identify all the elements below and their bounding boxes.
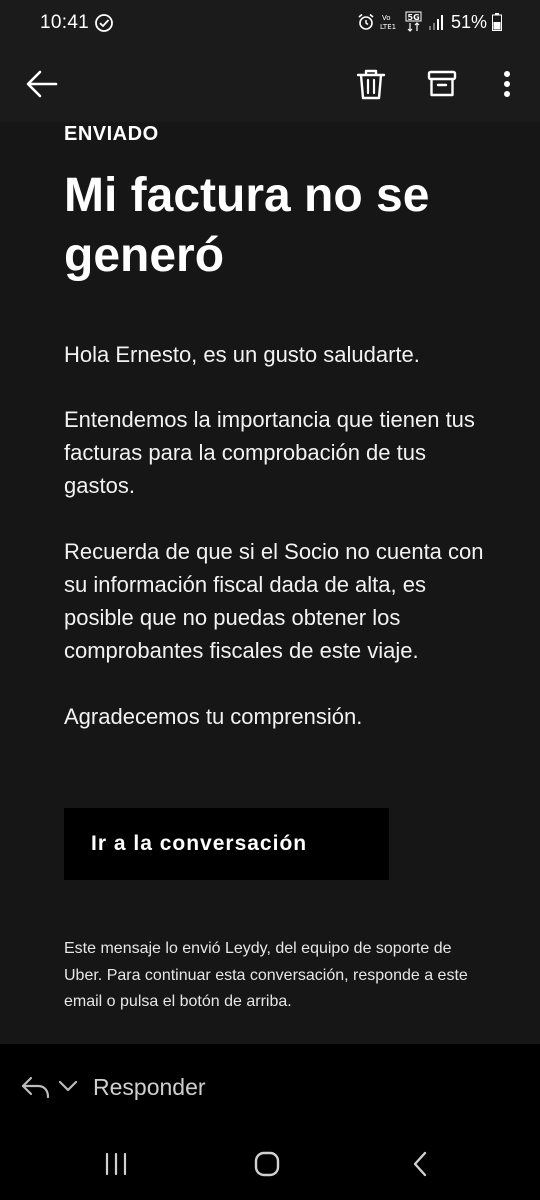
closing-paragraph: Agradecemos tu comprensión. — [64, 704, 363, 729]
body-paragraph-2: Recuerda de que si el Socio no cuenta co… — [64, 539, 484, 663]
chevron-down-icon[interactable] — [58, 1078, 78, 1094]
delete-button[interactable] — [349, 62, 393, 106]
go-to-conversation-button[interactable]: Ir a la conversación — [64, 808, 389, 880]
more-options-button[interactable] — [485, 62, 529, 106]
signal-icon — [428, 15, 443, 30]
top-app-bar — [0, 46, 540, 122]
reply-label[interactable]: Responder — [93, 1074, 206, 1101]
alarm-icon — [358, 13, 374, 30]
svg-text:5G: 5G — [407, 13, 419, 22]
body-paragraph-1: Entendemos la importancia que tienen tus… — [64, 407, 475, 498]
5g-data-icon: 5G — [405, 11, 422, 32]
home-button[interactable] — [249, 1148, 285, 1180]
more-vertical-icon — [504, 71, 510, 97]
status-label: ENVIADO — [64, 123, 159, 145]
check-circle-icon — [95, 14, 113, 32]
svg-text:LTE1: LTE1 — [380, 23, 396, 31]
status-bar: 10:41 Vo LTE1 5G 51% — [0, 0, 540, 46]
status-time: 10:41 — [40, 12, 90, 33]
archive-icon — [427, 70, 457, 97]
archive-button[interactable] — [420, 62, 464, 106]
arrow-left-icon — [26, 70, 58, 98]
trash-icon — [356, 69, 386, 100]
system-nav-bar — [0, 1130, 540, 1200]
status-icons: Vo LTE1 5G 51% — [357, 11, 502, 33]
reply-icon[interactable] — [20, 1074, 50, 1100]
home-icon — [254, 1151, 280, 1177]
reply-bar[interactable]: Responder — [0, 1044, 540, 1130]
recent-apps-icon — [105, 1153, 127, 1175]
volte-icon: Vo LTE1 — [380, 14, 396, 31]
battery-icon — [492, 13, 502, 31]
footer-note: Este mensaje lo envió Leydy, del equipo … — [64, 940, 468, 1010]
email-subject: Mi factura no se generó — [64, 169, 430, 282]
battery-percent: 51% — [450, 11, 487, 32]
email-screen: 10:41 Vo LTE1 5G 51% ENVIADO Mi factura … — [0, 0, 540, 1200]
chevron-left-icon — [413, 1151, 427, 1177]
svg-text:Vo: Vo — [382, 14, 391, 22]
greeting-paragraph: Hola Ernesto, es un gusto saludarte. — [64, 342, 420, 367]
back-nav-button[interactable] — [402, 1148, 438, 1180]
back-button[interactable] — [20, 62, 64, 106]
recent-apps-button[interactable] — [98, 1148, 134, 1180]
